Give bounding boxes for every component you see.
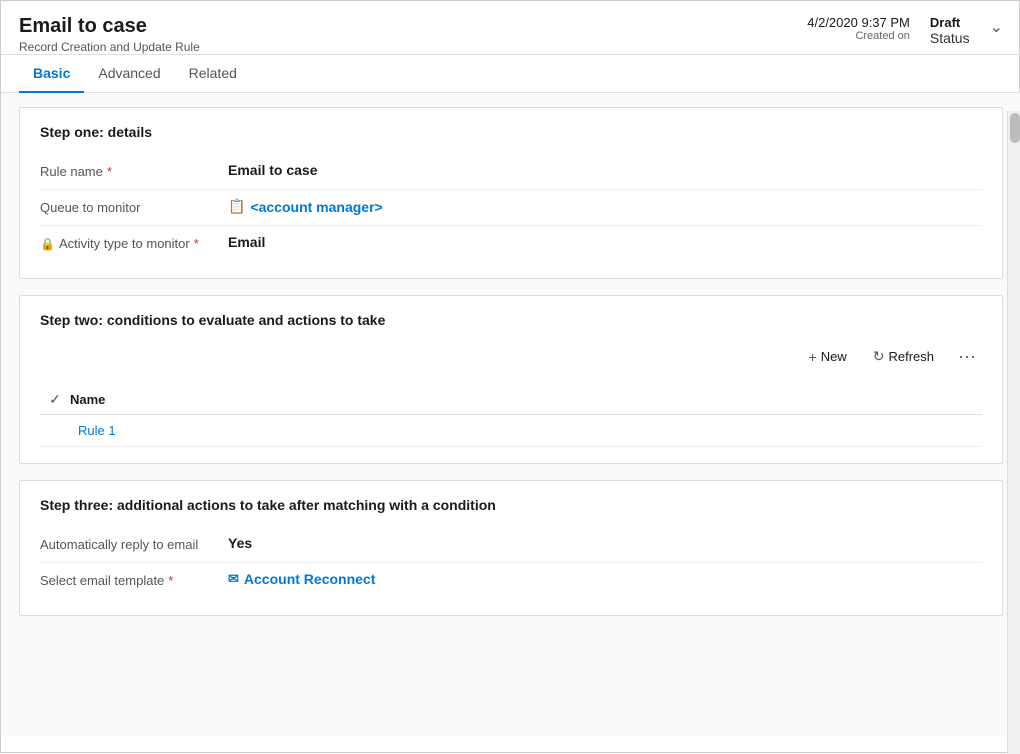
status-value: Draft <box>930 15 960 30</box>
activity-type-label-text: Activity type to monitor <box>59 236 190 251</box>
field-row-email-template: Select email template * ✉ Account Reconn… <box>40 563 982 599</box>
refresh-button[interactable]: ↻ Refresh <box>865 344 942 369</box>
status-container: Draft <box>930 15 960 30</box>
header-left: Email to case Record Creation and Update… <box>19 15 200 54</box>
queue-icon: 📋 <box>228 198 245 215</box>
rule-name-value: Email to case <box>220 162 982 178</box>
email-template-link-text: Account Reconnect <box>244 571 375 587</box>
activity-lock-icon: 🔒 <box>40 237 55 251</box>
auto-reply-label-text: Automatically reply to email <box>40 537 198 552</box>
rule-name-required: * <box>107 164 112 179</box>
refresh-icon: ↻ <box>873 348 885 365</box>
new-button-label: New <box>821 349 847 364</box>
step-three-card: Step three: additional actions to take a… <box>19 480 1003 616</box>
table-row[interactable]: Rule 1 <box>40 415 982 447</box>
rule-1-link[interactable]: Rule 1 <box>70 423 116 438</box>
tab-related[interactable]: Related <box>175 55 251 93</box>
step-three-title: Step three: additional actions to take a… <box>40 497 982 513</box>
field-label-activity-type: 🔒 Activity type to monitor * <box>40 234 220 251</box>
field-row-activity-type: 🔒 Activity type to monitor * Email <box>40 226 982 262</box>
tab-basic[interactable]: Basic <box>19 55 84 93</box>
field-row-queue: Queue to monitor 📋 <account manager> <box>40 190 982 226</box>
more-options-button[interactable]: ··· <box>952 342 982 371</box>
activity-type-value: Email <box>220 234 982 250</box>
queue-label-text: Queue to monitor <box>40 200 140 215</box>
step-two-title: Step two: conditions to evaluate and act… <box>40 312 982 328</box>
email-template-value[interactable]: ✉ Account Reconnect <box>220 571 982 587</box>
field-row-auto-reply: Automatically reply to email Yes <box>40 527 982 563</box>
main-content: Step one: details Rule name * Email to c… <box>1 93 1020 736</box>
page-subtitle: Record Creation and Update Rule <box>19 40 200 54</box>
field-label-email-template: Select email template * <box>40 571 220 588</box>
email-template-icon: ✉ <box>228 571 239 587</box>
refresh-button-label: Refresh <box>888 349 934 364</box>
header-meta: 4/2/2020 9:37 PM Created on <box>807 15 910 42</box>
scrollbar[interactable] <box>1007 111 1020 754</box>
step-two-card: Step two: conditions to evaluate and act… <box>19 295 1003 464</box>
header-right: 4/2/2020 9:37 PM Created on Draft Status… <box>807 15 1003 46</box>
queue-value[interactable]: 📋 <account manager> <box>220 198 982 215</box>
status-label: Status <box>930 30 970 46</box>
page-header: Email to case Record Creation and Update… <box>1 1 1020 55</box>
field-label-queue: Queue to monitor <box>40 198 220 215</box>
status-chevron-icon[interactable]: ⌄ <box>990 17 1003 37</box>
tabs-container: Basic Advanced Related <box>1 55 1020 93</box>
status-column: Draft Status <box>930 15 970 46</box>
table-col-header-name: Name <box>70 392 982 407</box>
field-label-auto-reply: Automatically reply to email <box>40 535 220 552</box>
auto-reply-value: Yes <box>220 535 982 551</box>
queue-link-text: <account manager> <box>250 199 382 215</box>
field-row-rule-name: Rule name * Email to case <box>40 154 982 190</box>
rule-name-label-text: Rule name <box>40 164 103 179</box>
tab-advanced[interactable]: Advanced <box>84 55 174 93</box>
scrollbar-thumb[interactable] <box>1010 113 1020 143</box>
step-one-card: Step one: details Rule name * Email to c… <box>19 107 1003 279</box>
new-button[interactable]: + New <box>801 345 855 369</box>
page-title: Email to case <box>19 15 200 38</box>
plus-icon: + <box>809 349 817 365</box>
email-template-label-text: Select email template <box>40 573 164 588</box>
table-header-row: ✓ Name <box>40 385 982 415</box>
created-label: Created on <box>807 30 910 42</box>
email-template-required: * <box>168 573 173 588</box>
step-two-toolbar: + New ↻ Refresh ··· <box>40 342 982 377</box>
table-check-icon: ✓ <box>40 391 70 408</box>
created-date: 4/2/2020 9:37 PM <box>807 15 910 30</box>
step-one-title: Step one: details <box>40 124 982 140</box>
activity-type-required: * <box>194 236 199 251</box>
field-label-rule-name: Rule name * <box>40 162 220 179</box>
